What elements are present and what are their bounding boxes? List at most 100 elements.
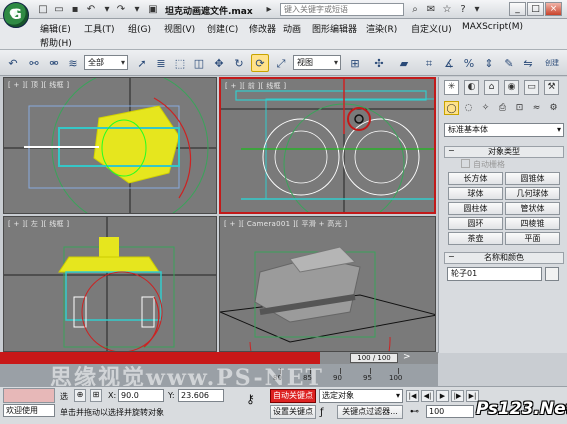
cylinder-button[interactable]: 圆柱体 bbox=[448, 202, 503, 215]
play-icon[interactable]: ▶ bbox=[436, 390, 449, 402]
auto-key-button[interactable]: 自动关键点 bbox=[270, 389, 316, 403]
menu-maxscript[interactable]: MAXScript(M) bbox=[462, 22, 523, 32]
selection-filter-dropdown[interactable]: 全部 bbox=[84, 55, 128, 70]
angle-snap-icon[interactable]: ∡ bbox=[440, 54, 458, 72]
select-object-icon[interactable]: ➚ bbox=[133, 54, 151, 72]
geosphere-button[interactable]: 几何球体 bbox=[505, 187, 560, 200]
key-mode-icon[interactable]: ƒ bbox=[320, 407, 324, 418]
hierarchy-tab-icon[interactable]: ⌂ bbox=[484, 80, 499, 95]
pyramid-button[interactable]: 四棱锥 bbox=[505, 217, 560, 230]
favorites-icon[interactable]: ☆ bbox=[440, 3, 454, 16]
time-slider-thumb[interactable]: 100 / 100 bbox=[350, 353, 398, 363]
menu-rendering[interactable]: 渲染(R) bbox=[366, 22, 397, 35]
binoculars-icon[interactable]: ⌕ bbox=[408, 3, 422, 16]
title-dropdown-icon[interactable]: ▸ bbox=[262, 3, 276, 16]
space-warps-icon[interactable]: ≈ bbox=[529, 101, 544, 115]
open-file-icon[interactable]: ▭ bbox=[52, 3, 66, 16]
display-tab-icon[interactable]: ▭ bbox=[524, 80, 539, 95]
menu-customize[interactable]: 自定义(U) bbox=[411, 22, 452, 35]
create-tab-icon[interactable]: ✳ bbox=[444, 80, 459, 95]
unlink-icon[interactable]: ⚮ bbox=[45, 54, 63, 72]
object-type-rollout[interactable]: 对象类型 bbox=[444, 146, 564, 158]
rectangular-selection-icon[interactable]: ⬚ bbox=[171, 54, 189, 72]
viewport-front[interactable]: [ + ][ 前 ][ 线框 ] bbox=[219, 77, 436, 214]
menu-modifiers[interactable]: 修改器 bbox=[249, 22, 276, 35]
shapes-icon[interactable]: ◌ bbox=[461, 101, 476, 115]
help-dropdown-icon[interactable]: ▾ bbox=[470, 3, 484, 16]
category-dropdown[interactable]: 标准基本体 bbox=[444, 123, 564, 137]
redo-icon[interactable]: ↷ bbox=[114, 3, 128, 16]
undo-dropdown-icon[interactable]: ▾ bbox=[100, 3, 114, 16]
helpers-icon[interactable]: ⊡ bbox=[512, 101, 527, 115]
save-icon[interactable]: ▪ bbox=[68, 3, 82, 16]
undo-icon[interactable]: ↶ bbox=[84, 3, 98, 16]
previous-frame-icon[interactable]: ◀| bbox=[421, 390, 434, 402]
tube-button[interactable]: 管状体 bbox=[505, 202, 560, 215]
select-rotate-icon[interactable]: ↻ bbox=[230, 54, 248, 72]
current-frame-field[interactable]: 100 bbox=[426, 405, 474, 418]
help-icon[interactable]: ? bbox=[456, 3, 470, 16]
menu-edit[interactable]: 编辑(E) bbox=[40, 22, 71, 35]
object-color-swatch[interactable] bbox=[545, 267, 559, 281]
lights-icon[interactable]: ✧ bbox=[478, 101, 493, 115]
link-icon[interactable]: ⚯ bbox=[25, 54, 43, 72]
mirror-icon[interactable]: ⇋ bbox=[519, 54, 537, 72]
select-rotate-active-icon[interactable]: ⟳ bbox=[251, 54, 269, 72]
geometry-icon[interactable]: ◯ bbox=[444, 101, 459, 115]
window-crossing-icon[interactable]: ◫ bbox=[190, 54, 208, 72]
absolute-mode-icon[interactable]: ⊞ bbox=[90, 389, 102, 402]
welcome-field[interactable]: 欢迎使用 bbox=[3, 404, 55, 417]
viewport-camera[interactable]: [ + ][ Camera001 ][ 平滑 + 高光 ] bbox=[219, 216, 436, 352]
close-button[interactable]: × bbox=[545, 2, 562, 16]
y-coordinate-field[interactable]: 23.606 bbox=[178, 389, 224, 402]
select-move-icon[interactable]: ✥ bbox=[210, 54, 228, 72]
selection-set-dropdown[interactable]: 选定对象 bbox=[319, 389, 403, 403]
plane-button[interactable]: 平面 bbox=[505, 232, 560, 245]
object-name-field[interactable]: 轮子01 bbox=[447, 267, 542, 281]
minimize-button[interactable]: _ bbox=[509, 2, 526, 16]
torus-button[interactable]: 圆环 bbox=[448, 217, 503, 230]
menu-group[interactable]: 组(G) bbox=[128, 22, 151, 35]
box-button[interactable]: 长方体 bbox=[448, 172, 503, 185]
reference-coordinate-dropdown[interactable]: 视图 bbox=[293, 55, 341, 70]
menu-tools[interactable]: 工具(T) bbox=[84, 22, 115, 35]
sphere-button[interactable]: 球体 bbox=[448, 187, 503, 200]
menu-animation[interactable]: 动画 bbox=[283, 22, 301, 35]
viewport-top[interactable]: [ + ][ 顶 ][ 线框 ] bbox=[3, 77, 217, 214]
menu-graph-editors[interactable]: 图形编辑器 bbox=[312, 22, 357, 35]
pivot-center-icon[interactable]: ⊞ bbox=[346, 54, 364, 72]
key-filters-button[interactable]: 关键点过滤器... bbox=[337, 405, 403, 419]
motion-tab-icon[interactable]: ◉ bbox=[504, 80, 519, 95]
auto-grid-checkbox[interactable]: 自动栅格 bbox=[461, 159, 505, 170]
percent-snap-icon[interactable]: % bbox=[460, 54, 478, 72]
name-color-rollout[interactable]: 名称和颜色 bbox=[444, 252, 564, 264]
menu-create[interactable]: 创建(C) bbox=[207, 22, 238, 35]
systems-icon[interactable]: ⚙ bbox=[546, 101, 561, 115]
keyboard-shortcut-icon[interactable]: ▰ bbox=[395, 54, 413, 72]
redo-dropdown-icon[interactable]: ▾ bbox=[130, 3, 144, 16]
snaps-toggle-icon[interactable]: ⌗ bbox=[420, 54, 438, 72]
search-input[interactable]: 键入关键字或短语 bbox=[280, 3, 404, 16]
key-mode-toggle-icon[interactable]: ⊷ bbox=[410, 407, 419, 417]
select-manipulate-icon[interactable]: ✣ bbox=[370, 54, 388, 72]
app-logo[interactable]: G bbox=[3, 2, 29, 28]
cameras-icon[interactable]: ⎙ bbox=[495, 101, 510, 115]
spinner-snap-icon[interactable]: ⇕ bbox=[480, 54, 498, 72]
undo-toolbar-icon[interactable]: ↶ bbox=[4, 54, 22, 72]
create-selection-set[interactable]: 创建 bbox=[539, 54, 565, 72]
utilities-tab-icon[interactable]: ⚒ bbox=[544, 80, 559, 95]
bind-space-warp-icon[interactable]: ≋ bbox=[64, 54, 82, 72]
communication-center-icon[interactable]: ✉ bbox=[424, 3, 438, 16]
x-coordinate-field[interactable]: 90.0 bbox=[118, 389, 164, 402]
maxscript-listener[interactable] bbox=[3, 388, 55, 403]
cone-button[interactable]: 圆锥体 bbox=[505, 172, 560, 185]
modify-tab-icon[interactable]: ◐ bbox=[464, 80, 479, 95]
time-slider-next-icon[interactable]: > bbox=[403, 352, 411, 362]
teapot-button[interactable]: 茶壶 bbox=[448, 232, 503, 245]
lock-selection-icon[interactable]: ⊕ bbox=[74, 389, 86, 402]
next-frame-icon[interactable]: |▶ bbox=[451, 390, 464, 402]
viewport-left[interactable]: [ + ][ 左 ][ 线框 ] bbox=[3, 216, 217, 352]
menu-views[interactable]: 视图(V) bbox=[164, 22, 195, 35]
set-key-button[interactable]: 设置关键点 bbox=[270, 405, 316, 419]
edit-named-selection-icon[interactable]: ✎ bbox=[500, 54, 518, 72]
